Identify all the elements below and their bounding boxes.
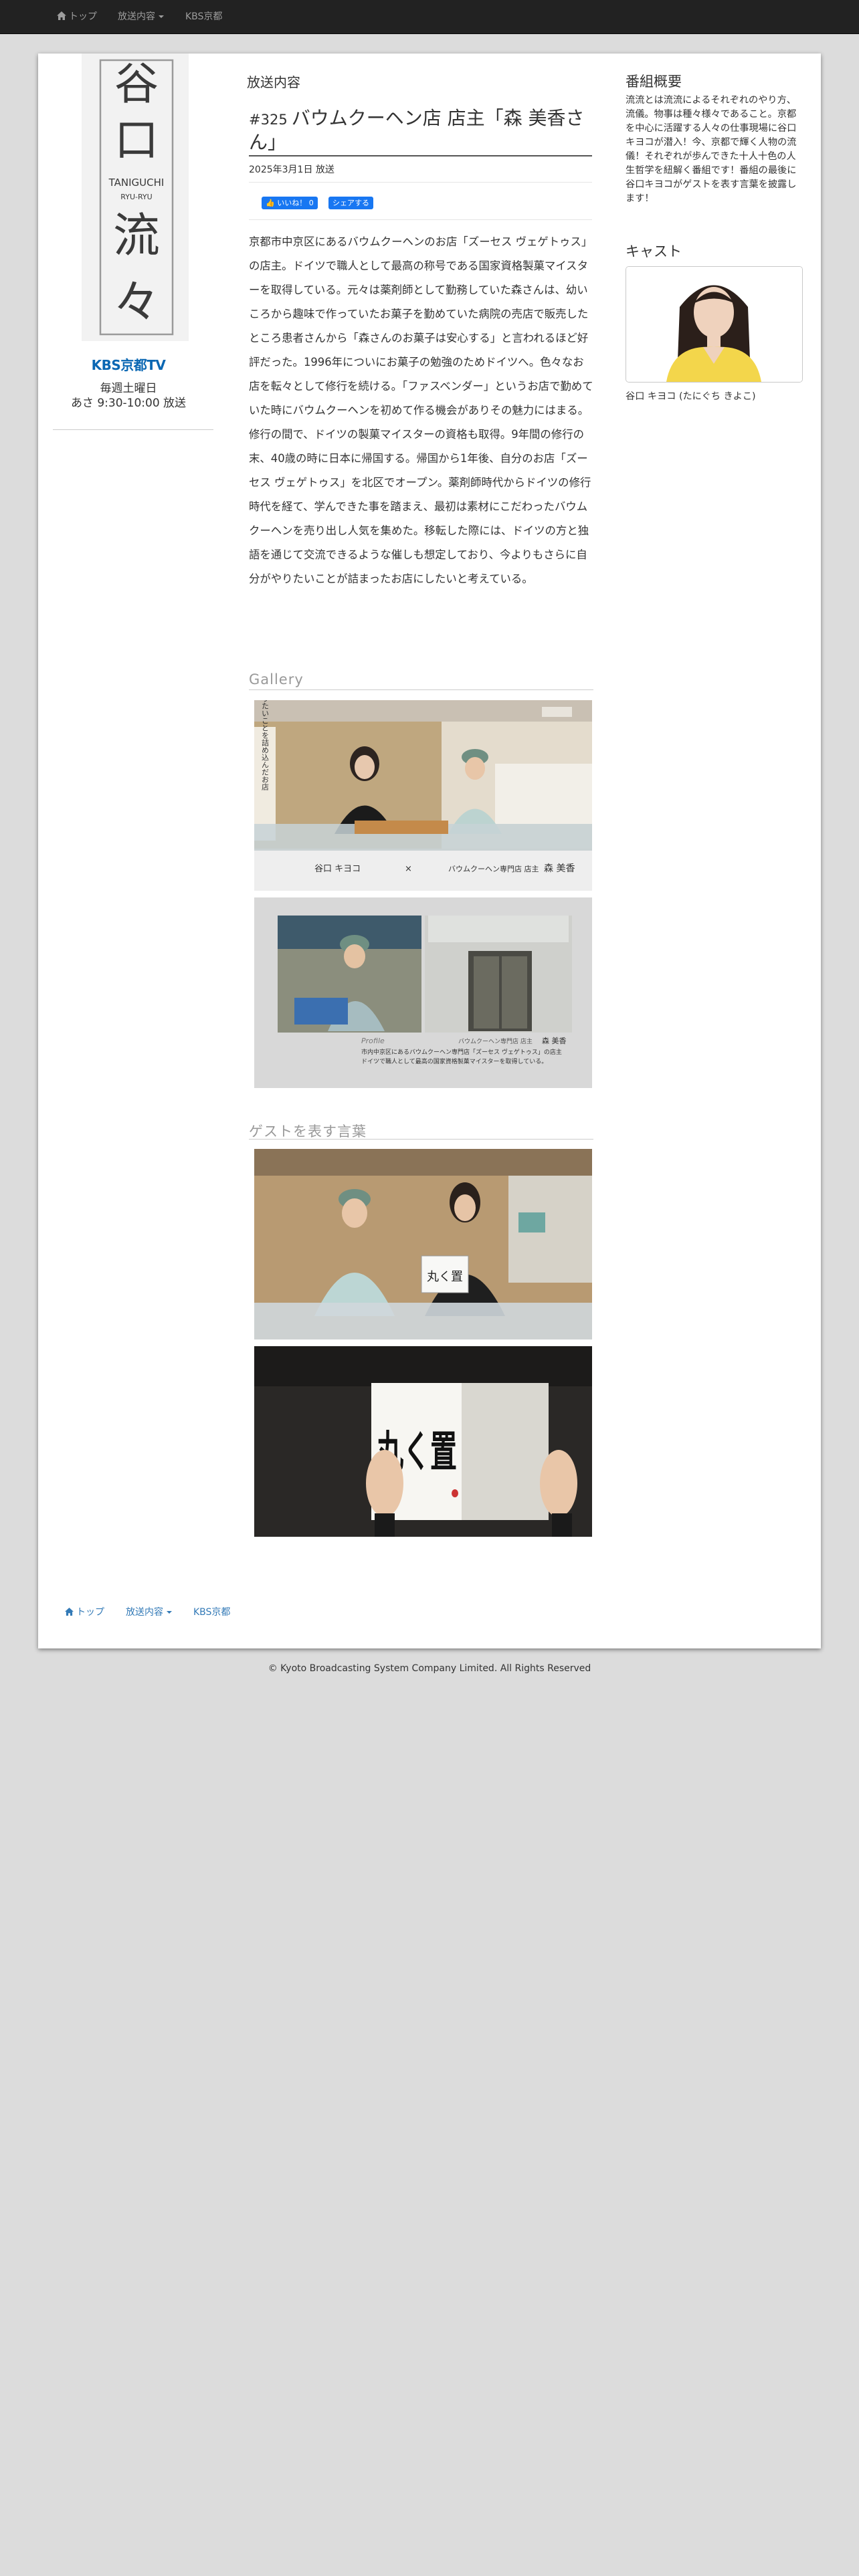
nav-item-programs-dropdown[interactable]: 放送内容 [118, 0, 164, 33]
photo-caption-cross: × [405, 864, 412, 874]
logo-kanji-2: 口 [114, 114, 159, 166]
nav-item-top[interactable]: トップ [57, 0, 97, 33]
footer-nav-top[interactable]: トップ [65, 1605, 104, 1618]
like-label: いいね！ 0 [277, 199, 314, 207]
footer-nav-label: トップ [76, 1607, 104, 1618]
profile-name: 森 美香 [542, 1036, 567, 1045]
guest-words-photo-2[interactable]: 丸く置 [254, 1346, 592, 1537]
home-icon [57, 11, 66, 20]
program-summary-heading: 番組概要 [626, 74, 682, 90]
schedule-time: あさ 9:30-10:00 放送 [70, 397, 187, 410]
share-label: シェアする [332, 199, 369, 207]
facebook-share-button[interactable]: シェアする [328, 197, 373, 209]
guest-words-photo-1[interactable]: 丸く置 [254, 1149, 592, 1339]
episode-title-text: バウムクーヘン店 店主「森 美香さん」 [249, 107, 585, 153]
program-logo: 谷 口 TANIGUCHI RYU-RYU 流 々 [82, 53, 189, 341]
profile-line-2: ドイツで職人として最高の国家資格製菓マイスターを取得している。 [361, 1057, 547, 1065]
profile-line-1: 市内中京区にあるバウムクーヘン専門店「ズーセス ヴェゲトゥス」の店主 [361, 1048, 562, 1056]
guest-words-heading: ゲストを表す言葉 [249, 1123, 367, 1140]
nav-item-label: 放送内容 [118, 11, 155, 22]
footer-nav-label: 放送内容 [126, 1607, 163, 1618]
photo-vertical-caption: やりたいことを詰め込んだお店 [261, 700, 270, 790]
logo-kanji-1: 谷 [114, 58, 159, 110]
logo-kanji-3: 流 [113, 208, 160, 263]
broadcast-schedule: 毎週土曜日 あさ 9:30-10:00 放送 [38, 381, 219, 411]
home-icon [65, 1608, 74, 1616]
facebook-like-button[interactable]: 👍 いいね！ 0 [262, 197, 318, 209]
logo-romaji: TANIGUCHI [108, 177, 165, 189]
divider [249, 1139, 593, 1140]
gallery-heading: Gallery [249, 671, 304, 687]
episode-number: #325 [249, 112, 288, 128]
cast-name: 谷口 キヨコ (たにぐち きよこ) [626, 391, 756, 402]
profile-shop: バウムクーヘン専門店 店主 [458, 1037, 533, 1045]
calligraphy-small: 丸く置 [427, 1270, 463, 1284]
profile-label: Profile [361, 1037, 385, 1045]
copyright: © Kyoto Broadcasting System Company Limi… [268, 1663, 591, 1674]
photo-caption-right: 森 美香 [544, 863, 575, 874]
gallery-photo-2[interactable]: Profile バウムクーヘン専門店 店主 森 美香 市内中京区にあるバウムクー… [254, 897, 592, 1088]
divider [249, 689, 593, 690]
divider [249, 182, 592, 183]
logo-romaji-2: RYU-RYU [120, 193, 152, 201]
photo-caption-left: 谷口 キヨコ [314, 864, 361, 874]
caret-down-icon [167, 1611, 172, 1614]
photo-caption-mid: バウムクーヘン専門店 店主 [448, 864, 539, 873]
thumbs-up-icon: 👍 [266, 199, 275, 207]
divider [249, 219, 592, 220]
caret-down-icon [159, 15, 164, 18]
nav-item-label: KBS京都 [185, 11, 223, 22]
program-summary-text: 流流とは流流によるそれぞれのやり方、流儀。物事は種々様々であること。京都を中心に… [626, 95, 797, 204]
footer-nav-programs-dropdown[interactable]: 放送内容 [126, 1605, 172, 1618]
station-logo-text: KBS京都TV [91, 357, 166, 373]
top-navbar: トップ 放送内容 KBS京都 [0, 0, 859, 34]
nav-item-label: トップ [69, 11, 97, 22]
gallery-photo-1[interactable]: やりたいことを詰め込んだお店 谷口 キヨコ × バウムクーヘン専門店 店主 森 … [254, 700, 592, 891]
title-underline [249, 155, 592, 156]
program-logo-art: 谷 口 TANIGUCHI RYU-RYU 流 々 [99, 58, 174, 336]
schedule-day: 毎週土曜日 [100, 382, 157, 395]
episode-title: #325 バウムクーヘン店 店主「森 美香さん」 [249, 107, 593, 153]
air-date: 2025年3月1日 放送 [249, 165, 335, 175]
divider [53, 429, 213, 430]
section-heading: 放送内容 [247, 74, 300, 90]
page-card: 谷 口 TANIGUCHI RYU-RYU 流 々 KBS京都TV 毎週土曜日 … [38, 53, 821, 1648]
footer-nav-kbs-kyoto[interactable]: KBS京都 [193, 1605, 230, 1618]
episode-description: 京都市中京区にあるバウムクーヘンのお店「ズーセス ヴェゲトゥス」の店主。ドイツで… [249, 235, 593, 585]
nav-item-kbs-kyoto[interactable]: KBS京都 [185, 0, 222, 33]
cast-photo [626, 266, 803, 383]
station-logo: KBS京都TV [38, 354, 219, 374]
cast-heading: キャスト [626, 243, 682, 259]
footer-nav-label: KBS京都 [193, 1607, 231, 1618]
logo-kanji-4: 々 [113, 275, 160, 330]
